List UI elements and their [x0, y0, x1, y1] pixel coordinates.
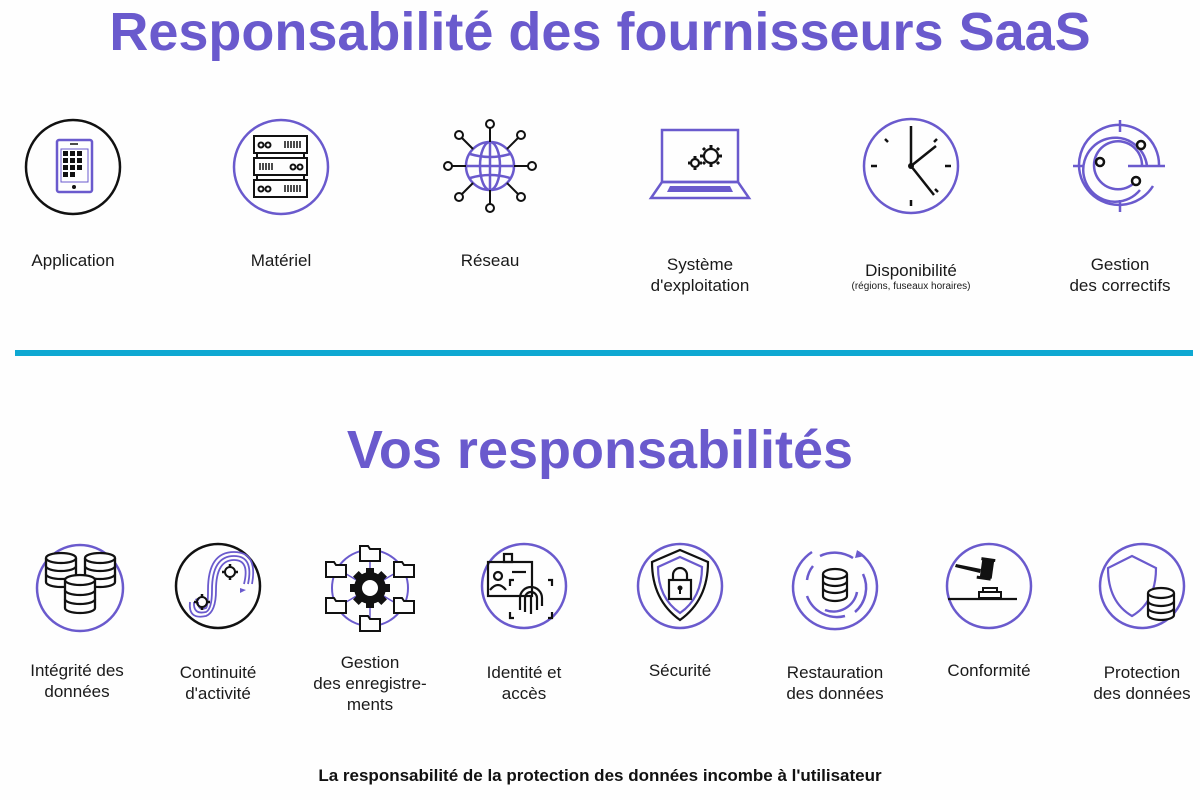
server-rack-icon	[232, 118, 330, 216]
user-label-data-restore: Restauration des données	[786, 663, 884, 703]
provider-label-os: Système d'exploitation	[650, 255, 750, 295]
user-label-data-protection: Protection des données	[1093, 663, 1191, 703]
provider-label-availability: Disponibilité (régions, fuseaux horaires…	[821, 260, 1001, 292]
provider-item-availability: Disponibilité (régions, fuseaux horaires…	[821, 117, 1001, 292]
network-globe-icon	[443, 119, 537, 213]
user-label-security: Sécurité	[648, 661, 712, 680]
provider-item-network: Réseau	[400, 118, 580, 270]
provider-section-title: Responsabilité des fournisseurs SaaS	[109, 2, 1091, 62]
provider-label-hardware: Matériel	[250, 251, 312, 270]
gavel-icon	[945, 542, 1033, 630]
availability-sublabel: (régions, fuseaux horaires)	[851, 281, 971, 292]
user-section-title: Vos responsabilités	[346, 420, 854, 480]
shield-database-icon	[1098, 542, 1186, 630]
folders-gear-icon	[325, 545, 415, 632]
databases-icon	[35, 543, 125, 633]
tablet-icon	[24, 118, 122, 216]
user-item-data-restore: Restauration des données	[745, 540, 925, 703]
user-label-identity-access: Identité et accès	[486, 663, 562, 703]
patch-target-icon	[1073, 120, 1165, 212]
user-item-identity-access: Identité et accès	[434, 540, 614, 703]
continuity-gears-icon	[174, 542, 262, 630]
laptop-gears-icon	[648, 128, 752, 200]
database-restore-icon	[791, 550, 879, 631]
provider-item-hardware: Matériel	[191, 118, 371, 270]
provider-label-network: Réseau	[460, 251, 520, 270]
provider-item-application: Application	[0, 118, 163, 270]
footer-note: La responsabilité de la protection des d…	[318, 766, 882, 785]
section-divider	[15, 350, 1193, 356]
user-label-records-management: Gestion des enregistre- ments	[313, 653, 427, 714]
user-item-data-protection: Protection des données	[1052, 540, 1200, 703]
id-fingerprint-icon	[480, 542, 568, 630]
provider-label-application: Application	[31, 251, 115, 270]
shield-lock-icon	[636, 542, 724, 630]
provider-item-os: Système d'exploitation	[610, 118, 790, 295]
clock-icon	[862, 117, 960, 215]
user-item-records-management: Gestion des enregistre- ments	[280, 540, 460, 714]
provider-item-patch-management: Gestion des correctifs	[1030, 118, 1200, 295]
user-item-security: Sécurité	[590, 540, 770, 680]
provider-label-patch-management: Gestion des correctifs	[1069, 255, 1171, 295]
